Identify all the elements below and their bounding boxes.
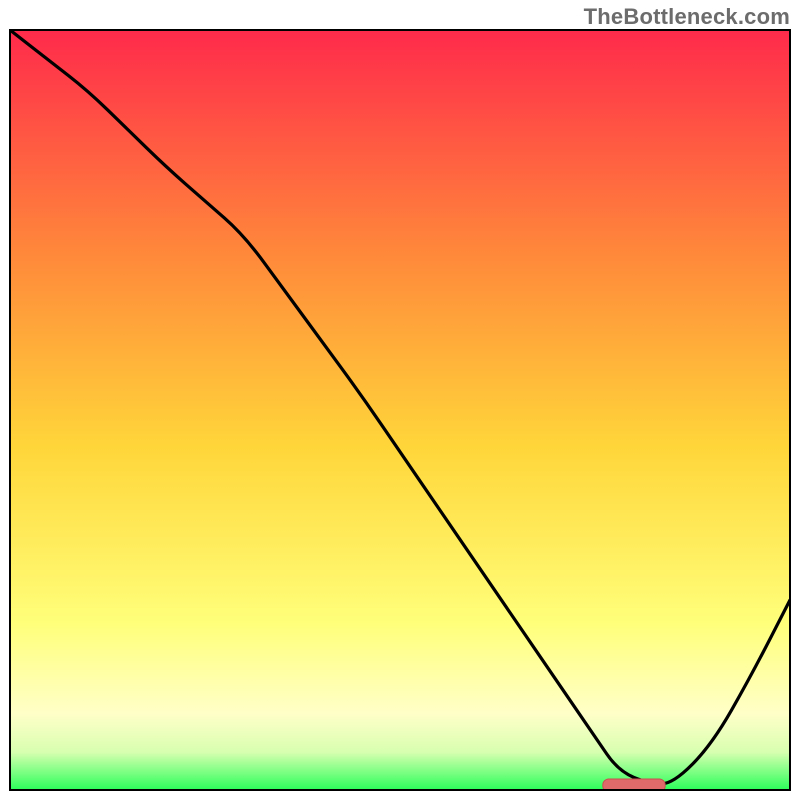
watermark-text: TheBottleneck.com (584, 4, 790, 30)
bottleneck-chart (0, 0, 800, 800)
chart-container: { "watermark": "TheBottleneck.com", "col… (0, 0, 800, 800)
gradient-background (10, 30, 790, 790)
